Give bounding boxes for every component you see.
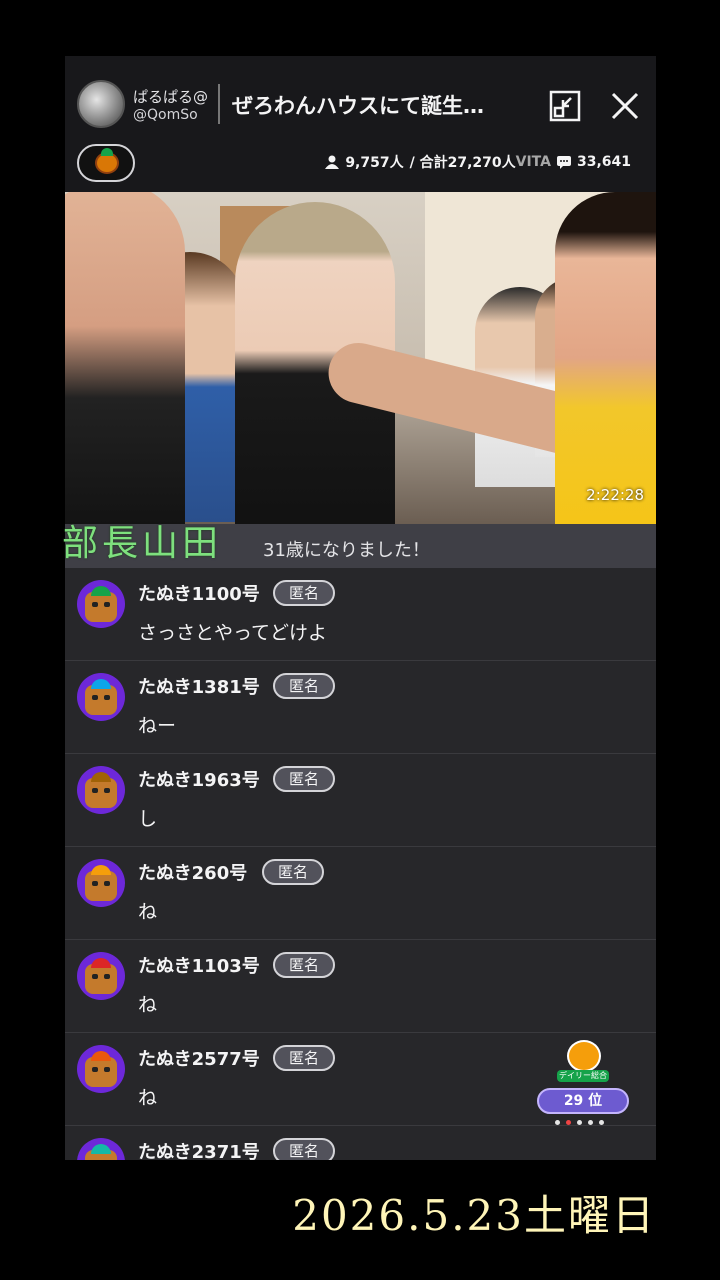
caption-text: 31歳になりました！ [263, 540, 430, 561]
comment-row[interactable]: たぬき1963号 匿名し [65, 754, 656, 847]
carousel-dot [555, 1120, 560, 1125]
tanuki-badge-button[interactable] [77, 144, 135, 182]
commenter-name[interactable]: たぬき1103号 [138, 952, 260, 978]
comment-row[interactable]: たぬき260号 匿名ね [65, 847, 656, 940]
close-icon [611, 92, 639, 120]
leaf-icon [101, 148, 113, 156]
total-viewer-count: / 合計27,270人 [409, 155, 516, 171]
tanuki-hat [91, 679, 111, 689]
tanuki-avatar-icon[interactable] [77, 1138, 125, 1160]
anonymous-badge: 匿名 [273, 673, 336, 699]
tanuki-avatar-icon[interactable] [77, 1045, 125, 1093]
stream-screen: ぱるぱる@ @QomSo ぜろわんハウスにて誕生… 9,757人 / 合計27,… [65, 56, 656, 1160]
anonymous-badge: 匿名 [273, 1045, 336, 1071]
commenter-name[interactable]: たぬき2577号 [138, 1045, 260, 1071]
tanuki-eye [104, 881, 110, 886]
stream-timer: 2:22:28 [586, 486, 644, 504]
comment-message: ね [138, 994, 158, 1016]
tanuki-avatar-icon[interactable] [77, 766, 125, 814]
tanuki-eye [92, 788, 98, 793]
tanuki-eye [104, 695, 110, 700]
stream-stats: 9,757人 / 合計27,270人 VITA 33,641 [325, 152, 631, 172]
tanuki-hat [91, 958, 111, 968]
tanuki-face [85, 685, 117, 715]
anonymous-badge: 匿名 [273, 1138, 336, 1160]
tanuki-eye [92, 695, 98, 700]
person [555, 192, 656, 524]
ranking-label: デイリー総合 [557, 1070, 609, 1082]
channel-name[interactable]: ぱるぱる@ [133, 86, 208, 107]
commenter-name[interactable]: たぬき2371号 [138, 1138, 260, 1160]
anonymous-badge: 匿名 [273, 580, 336, 606]
viewer-count: 9,757人 [345, 155, 404, 171]
overlay-date-text: 2026.5.23土曜日 [292, 1191, 656, 1240]
tanuki-eye [104, 602, 110, 607]
commenter-name[interactable]: たぬき1963号 [138, 766, 260, 792]
comment-message: ね [138, 901, 158, 923]
comment-row[interactable]: たぬき1100号 匿名さっさとやってどけよ [65, 568, 656, 661]
overlay-name-text: 部長山田 [62, 523, 223, 564]
ranking-position: 29 位 [537, 1088, 629, 1114]
commenter-name[interactable]: たぬき1381号 [138, 673, 260, 699]
close-button[interactable] [609, 90, 641, 122]
anonymous-badge: 匿名 [273, 952, 336, 978]
header: ぱるぱる@ @QomSo ぜろわんハウスにて誕生… 9,757人 / 合計27,… [65, 56, 656, 192]
tanuki-hat [91, 586, 111, 596]
comment-icon [556, 156, 571, 169]
comment-message: ねー [138, 715, 177, 737]
tanuki-face [85, 871, 117, 901]
minimize-icon [549, 90, 581, 122]
channel-handle: @QomSo [133, 107, 198, 123]
tanuki-eye [104, 788, 110, 793]
comment-row[interactable]: たぬき1381号 匿名ねー [65, 661, 656, 754]
tanuki-eye [104, 974, 110, 979]
carousel-dots [555, 1120, 604, 1125]
tanuki-eye [92, 881, 98, 886]
tanuki-avatar-icon[interactable] [77, 859, 125, 907]
tanuki-eye [104, 1067, 110, 1072]
minimize-button[interactable] [549, 90, 581, 122]
stream-title: ぜろわんハウスにて誕生… [232, 94, 484, 118]
tanuki-face [85, 1057, 117, 1087]
comment-count: 33,641 [576, 154, 631, 170]
comment-message: さっさとやってどけよ [138, 622, 328, 644]
watermark: VITA [515, 154, 551, 170]
tanuki-avatar-icon[interactable] [77, 673, 125, 721]
tanuki-hat [91, 865, 111, 875]
channel-avatar[interactable] [77, 80, 125, 128]
anonymous-badge: 匿名 [273, 766, 336, 792]
video-player[interactable]: 2:22:28 [65, 192, 656, 524]
ranking-mascot-icon [567, 1040, 601, 1072]
comment-message: ね [138, 1087, 158, 1109]
carousel-dot [588, 1120, 593, 1125]
carousel-dot [577, 1120, 582, 1125]
tanuki-eye [92, 602, 98, 607]
tanuki-eye [92, 974, 98, 979]
carousel-dot [566, 1120, 571, 1125]
viewer-icon [325, 155, 340, 169]
tanuki-avatar-icon[interactable] [77, 952, 125, 1000]
tanuki-hat [91, 772, 111, 782]
person [65, 192, 185, 524]
commenter-name[interactable]: たぬき1100号 [138, 580, 260, 606]
tanuki-eye [92, 1067, 98, 1072]
comment-row[interactable]: たぬき1103号 匿名ね [65, 940, 656, 1033]
header-divider [218, 84, 220, 124]
anonymous-badge: 匿名 [262, 859, 325, 885]
tanuki-face [85, 964, 117, 994]
tanuki-hat [91, 1144, 111, 1154]
carousel-dot [599, 1120, 604, 1125]
comment-message: し [138, 808, 158, 830]
tanuki-face [85, 592, 117, 622]
tanuki-face [85, 778, 117, 808]
commenter-name[interactable]: たぬき260号 [138, 859, 247, 885]
tanuki-avatar-icon[interactable] [77, 580, 125, 628]
daily-ranking[interactable]: デイリー総合 29 位 [537, 1040, 629, 1140]
tanuki-hat [91, 1051, 111, 1061]
